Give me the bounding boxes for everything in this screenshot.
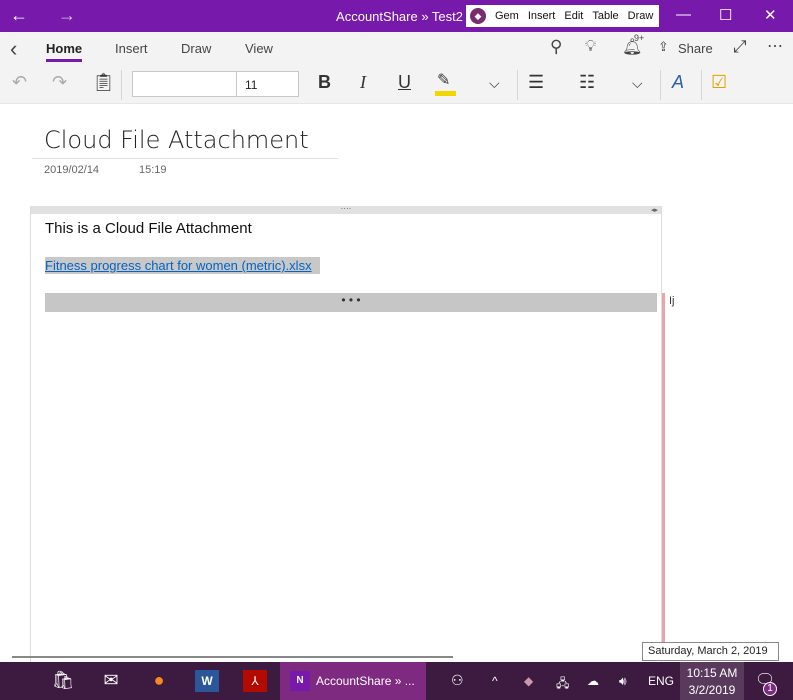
divider — [660, 70, 661, 100]
clock-date: 3/2/2019 — [688, 683, 736, 697]
chevron-down-icon[interactable]: ⌵ — [632, 75, 643, 92]
page-time: 15:19 — [139, 164, 167, 176]
notification-badge: 9+ — [634, 33, 645, 43]
active-tab-indicator — [46, 59, 82, 62]
onenote-icon: N — [290, 671, 310, 691]
people-icon[interactable]: ⚇ — [451, 672, 464, 689]
onenote-taskbar-button[interactable]: N AccountShare » ... — [280, 662, 426, 700]
highlighter-icon[interactable]: ✎ — [437, 70, 450, 90]
underline-button[interactable]: U — [398, 72, 411, 93]
tab-draw[interactable]: Draw — [181, 41, 211, 56]
tab-home[interactable]: Home — [46, 41, 82, 56]
search-icon[interactable]: ⚲ — [550, 37, 562, 57]
clock[interactable]: 10:15 AM 3/2/2019 — [680, 662, 744, 700]
volume-icon[interactable]: 🔊︎ — [619, 674, 627, 689]
tab-insert[interactable]: Insert — [115, 41, 148, 56]
collapse-nav-button[interactable]: ‹ — [10, 36, 17, 62]
gem-menu-draw[interactable]: Draw — [628, 10, 654, 22]
font-size-input[interactable]: 11 — [236, 71, 299, 97]
gem-menu-table[interactable]: Table — [592, 10, 618, 22]
back-button[interactable]: ← — [10, 5, 28, 26]
attachment-preview-bar[interactable]: • • • — [45, 293, 657, 312]
bold-button[interactable]: B — [318, 72, 331, 93]
minimize-button[interactable]: — — [676, 6, 691, 23]
todo-tag-icon[interactable]: ☑ — [711, 72, 727, 93]
numbered-list-icon[interactable]: ☷ — [579, 72, 595, 93]
bullet-list-icon[interactable]: ☰ — [528, 72, 544, 93]
fullscreen-icon[interactable]: ⤢ — [733, 37, 747, 57]
font-name-input[interactable] — [132, 71, 237, 97]
maximize-button[interactable]: ☐ — [719, 6, 732, 24]
note-container[interactable]: ···· ◂▸ This is a Cloud File Attachment … — [30, 205, 662, 666]
title-divider — [32, 158, 338, 159]
side-text: Ij — [669, 295, 675, 307]
gem-menu: ◆ Gem Insert Edit Table Draw — [466, 5, 659, 27]
firefox-icon[interactable]: ● — [147, 670, 171, 692]
styles-icon[interactable]: A — [672, 72, 684, 93]
language-indicator[interactable]: ENG — [648, 674, 674, 688]
acrobat-icon[interactable]: ⅄ — [243, 670, 267, 692]
undo-icon[interactable]: ↶ — [12, 72, 27, 93]
gem-icon[interactable]: ◆ — [470, 8, 486, 24]
highlight-color-swatch — [435, 91, 456, 96]
divider — [517, 70, 518, 100]
forward-button[interactable]: → — [58, 5, 76, 26]
note-text[interactable]: This is a Cloud File Attachment — [45, 220, 252, 237]
share-button[interactable]: Share — [678, 41, 713, 56]
taskbar: 🛍︎ ✉ ● W ⅄ N AccountShare » ... ⚇ ^ ◆ 🖧︎… — [0, 662, 793, 700]
window-title: AccountShare » Test2 — [336, 9, 463, 24]
tab-view[interactable]: View — [245, 41, 273, 56]
close-button[interactable]: ✕ — [764, 6, 777, 24]
cloud-file-link[interactable]: Fitness progress chart for women (metric… — [45, 257, 320, 274]
divider — [701, 70, 702, 100]
lightbulb-icon[interactable]: 💡︎ — [585, 38, 596, 56]
horizontal-scrollbar[interactable] — [12, 656, 453, 658]
chevron-down-icon[interactable]: ⌵ — [489, 75, 500, 92]
page-date: 2019/02/14 — [44, 164, 100, 176]
date-tooltip: Saturday, March 2, 2019 — [642, 642, 779, 661]
page-title[interactable]: Cloud File Attachment — [44, 126, 309, 154]
onedrive-icon[interactable]: ☁ — [587, 674, 599, 688]
clipboard-icon[interactable]: 📋︎ — [92, 72, 115, 93]
gem-tray-icon[interactable]: ◆ — [524, 674, 533, 688]
ribbon-tabs: ‹ Home Insert Draw View ⚲ 💡︎ 🔔︎ 9+ ⇪ Sha… — [0, 32, 793, 64]
cursor-margin-line — [662, 293, 665, 660]
onenote-task-label: AccountShare » ... — [316, 674, 415, 688]
title-bar: ← → AccountShare » Test2 ◆ Gem Insert Ed… — [0, 0, 793, 32]
gem-menu-edit[interactable]: Edit — [564, 10, 583, 22]
gem-menu-gem[interactable]: Gem — [495, 10, 519, 22]
store-icon[interactable]: 🛍︎ — [51, 670, 75, 692]
italic-button[interactable]: I — [360, 72, 366, 93]
mail-icon[interactable]: ✉ — [99, 670, 123, 692]
note-drag-handle[interactable]: ···· — [31, 205, 661, 214]
share-icon[interactable]: ⇪ — [658, 39, 669, 55]
more-icon[interactable]: ⋯ — [767, 36, 783, 56]
notification-count: 1 — [763, 682, 777, 696]
ribbon-toolbar: ↶ ↷ 📋︎ 11 B I U ✎ ⌵ ☰ ☷ ⌵ A ☑ — [0, 64, 793, 104]
resize-handle[interactable]: ◂▸ — [651, 206, 658, 214]
word-icon[interactable]: W — [195, 670, 219, 692]
show-hidden-icons[interactable]: ^ — [492, 674, 498, 688]
clock-time: 10:15 AM — [686, 666, 738, 680]
divider — [121, 70, 122, 100]
gem-menu-insert[interactable]: Insert — [528, 10, 556, 22]
network-icon[interactable]: 🖧︎ — [556, 674, 569, 695]
redo-icon[interactable]: ↷ — [52, 72, 67, 93]
